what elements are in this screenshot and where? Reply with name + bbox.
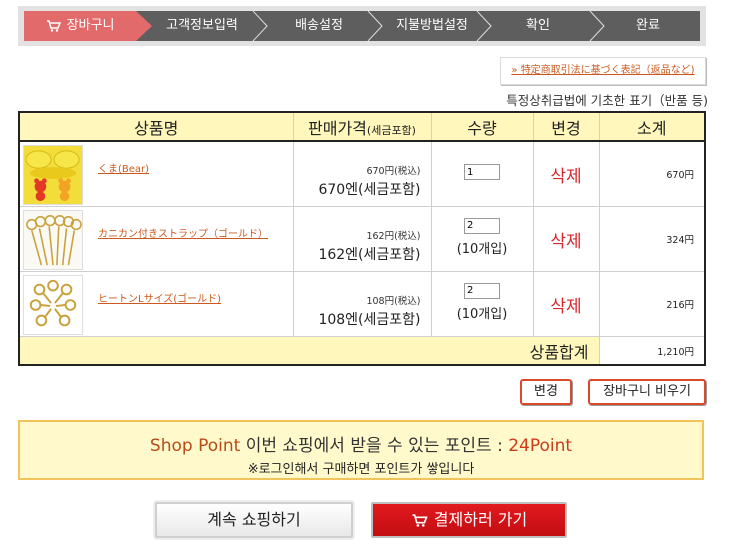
qty-cell bbox=[430, 140, 534, 207]
product-cell: カニカン付きストラップ（ゴールド） bbox=[18, 206, 294, 272]
header-change: 변경 bbox=[532, 111, 600, 142]
total-value: 1,210円 bbox=[598, 336, 706, 366]
delete-button[interactable]: 삭제 bbox=[550, 167, 581, 187]
step-shipping: 배송설정 bbox=[295, 18, 343, 33]
point-line: Shop Point 이번 쇼핑에서 받을 수 있는 포인트 : 24Point bbox=[20, 431, 702, 456]
price-cell: 162円(税込) 162엔(세금포함) bbox=[292, 206, 432, 272]
product-cell: ヒートンLサイズ(ゴールド) bbox=[18, 271, 294, 337]
subtotal-cell: 670円 bbox=[598, 140, 706, 207]
bear-candy-icon bbox=[23, 145, 83, 205]
header-subtotal: 소계 bbox=[598, 111, 706, 142]
total-label: 상품합계 bbox=[18, 336, 600, 366]
delete-cell: 삭제 bbox=[532, 271, 600, 337]
price-jpy: 670円(税込) bbox=[366, 166, 421, 177]
qty-cell: (10개입) bbox=[430, 271, 534, 337]
shop-point-brand: Shop Point bbox=[149, 436, 241, 456]
price-jpy: 108円(税込) bbox=[366, 296, 421, 307]
continue-shopping-button[interactable]: 계속 쇼핑하기 bbox=[155, 502, 353, 538]
product-link[interactable]: ヒートンLサイズ(ゴールド) bbox=[98, 290, 221, 305]
table-header-row: 상품명 판매가격(세금포함) 수량 변경 소계 bbox=[18, 111, 706, 142]
delete-button[interactable]: 삭제 bbox=[550, 297, 581, 317]
price-jpy: 162円(税込) bbox=[366, 231, 421, 242]
steps-track: 장바구니 고객정보입력 배송설정 지불방법설정 확인 완료 bbox=[24, 11, 700, 41]
cart-icon bbox=[412, 514, 428, 527]
header-qty: 수량 bbox=[430, 111, 534, 142]
price-cell: 108円(税込) 108엔(세금포함) bbox=[292, 271, 432, 337]
table-row: くま(Bear) 670円(税込) 670엔(세금포함) 삭제 670円 bbox=[18, 140, 706, 207]
delete-button[interactable]: 삭제 bbox=[550, 232, 581, 252]
price-cell: 670円(税込) 670엔(세금포함) bbox=[292, 140, 432, 207]
table-row: ヒートンLサイズ(ゴールド) 108円(税込) 108엔(세금포함) (10개입… bbox=[18, 271, 706, 337]
empty-cart-button[interactable]: 장바구니 비우기 bbox=[588, 379, 706, 405]
step-complete: 완료 bbox=[636, 18, 660, 33]
header-price: 판매가격(세금포함) bbox=[292, 111, 432, 142]
price-krw: 162엔(세금포함) bbox=[318, 247, 421, 263]
checkout-steps: 장바구니 고객정보입력 배송설정 지불방법설정 확인 완료 bbox=[18, 6, 706, 46]
product-link[interactable]: カニカン付きストラップ（ゴールド） bbox=[98, 225, 268, 240]
cart-table: 상품명 판매가격(세금포함) 수량 변경 소계 くま(Bear) 670円(税込… bbox=[18, 111, 706, 366]
point-value: 24Point bbox=[508, 436, 573, 456]
step-cart: 장바구니 bbox=[24, 11, 136, 41]
subtotal-cell: 216円 bbox=[598, 271, 706, 337]
product-link[interactable]: くま(Bear) bbox=[98, 160, 149, 175]
delete-cell: 삭제 bbox=[532, 206, 600, 272]
eye-pin-icon bbox=[23, 275, 83, 335]
subtotal-cell: 324円 bbox=[598, 206, 706, 272]
header-product: 상품명 bbox=[18, 111, 294, 142]
point-text: 이번 쇼핑에서 받을 수 있는 포인트 : bbox=[240, 436, 509, 456]
price-krw: 108엔(세금포함) bbox=[318, 312, 421, 328]
delete-cell: 삭제 bbox=[532, 140, 600, 207]
checkout-button[interactable]: 결제하러 가기 bbox=[371, 502, 567, 538]
step-customer-info: 고객정보입력 bbox=[166, 18, 238, 33]
qty-note: (10개입) bbox=[456, 306, 508, 322]
update-button[interactable]: 변경 bbox=[520, 379, 572, 405]
quantity-input[interactable] bbox=[464, 217, 500, 234]
shop-point-box: Shop Point 이번 쇼핑에서 받을 수 있는 포인트 : 24Point… bbox=[18, 420, 704, 480]
quantity-input[interactable] bbox=[464, 282, 500, 299]
point-note: ※로그인해서 구매하면 포인트가 쌓입니다 bbox=[247, 462, 475, 477]
quantity-input[interactable] bbox=[464, 164, 500, 180]
step-confirm: 확인 bbox=[526, 18, 550, 33]
product-cell: くま(Bear) bbox=[18, 140, 294, 207]
price-krw: 670엔(세금포함) bbox=[318, 182, 421, 198]
tokusho-link[interactable]: » 特定商取引法に基づく表記（返品など) bbox=[500, 57, 706, 85]
total-row: 상품합계 1,210円 bbox=[18, 336, 706, 366]
table-row: カニカン付きストラップ（ゴールド） 162円(税込) 162엔(세금포함) (1… bbox=[18, 206, 706, 272]
step-payment: 지불방법설정 bbox=[396, 18, 468, 33]
qty-note: (10개입) bbox=[456, 241, 508, 257]
strap-icon bbox=[23, 210, 83, 270]
cart-icon bbox=[46, 19, 61, 32]
tokusho-note: 특정상취급법에 기초한 표기（반품 등) bbox=[506, 93, 708, 108]
checkout-label: 결제하러 가기 bbox=[433, 510, 528, 529]
qty-cell: (10개입) bbox=[430, 206, 534, 272]
